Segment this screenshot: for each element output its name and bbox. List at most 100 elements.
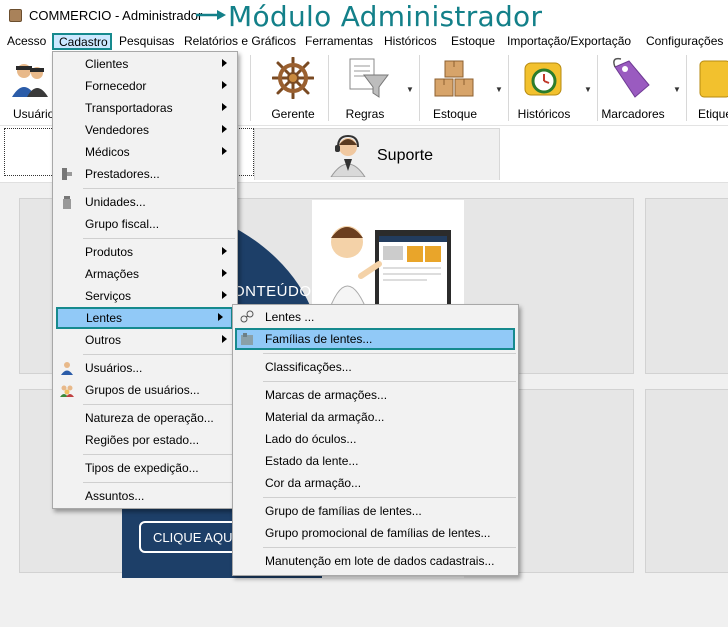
menu-item-tipos-expedicao[interactable]: Tipos de expedição...	[55, 457, 235, 479]
toolbar-regras-button[interactable]: Regras ▼	[330, 51, 420, 125]
menu-item-grupo-familias[interactable]: Grupo de famílias de lentes...	[235, 500, 516, 522]
submenu-arrow-icon	[222, 103, 227, 111]
menu-item-marcas-armacoes[interactable]: Marcas de armações...	[235, 384, 516, 406]
menu-item-armacoes[interactable]: Armações	[55, 263, 235, 285]
menu-item-outros[interactable]: Outros	[55, 329, 235, 351]
banner-heading: ONTEÚDO	[233, 283, 312, 300]
menu-pesquisas[interactable]: Pesquisas	[119, 34, 174, 48]
tag-icon	[613, 57, 650, 98]
toolbar-separator	[686, 55, 687, 121]
wrench-icon	[62, 168, 72, 180]
toolbar-separator	[328, 55, 329, 121]
menu-item-label: Prestadores...	[85, 167, 160, 181]
chevron-down-icon[interactable]: ▼	[584, 85, 592, 94]
annotation-label: Módulo Administrador	[228, 0, 543, 33]
menu-item-classificacoes[interactable]: Classificações...	[235, 356, 516, 378]
menu-item-label: Estado da lente...	[265, 454, 359, 468]
menu-item-clientes[interactable]: Clientes	[55, 53, 235, 75]
toolbar-estoque-button[interactable]: Estoque ▼	[421, 51, 509, 125]
menu-item-fornecedor[interactable]: Fornecedor	[55, 75, 235, 97]
menu-item-familias-lentes[interactable]: Famílias de lentes...	[235, 328, 515, 350]
menu-item-produtos[interactable]: Produtos	[55, 241, 235, 263]
menu-item-label: Regiões por estado...	[85, 433, 200, 447]
menu-item-lado-oculos[interactable]: Lado do óculos...	[235, 428, 516, 450]
menu-cadastro[interactable]: Cadastro	[52, 33, 112, 50]
menu-acesso[interactable]: Acesso	[7, 34, 46, 48]
menu-configuracoes[interactable]: Configurações	[646, 34, 723, 48]
toolbar-separator	[597, 55, 598, 121]
menu-item-label: Manutenção em lote de dados cadastrais..…	[265, 554, 495, 568]
menu-item-lentes[interactable]: Lentes	[56, 307, 233, 329]
toolbar-historicos-button[interactable]: Históricos ▼	[510, 51, 598, 125]
support-agent-icon	[330, 134, 366, 177]
menu-relatorios[interactable]: Relatórios e Gráficos	[184, 34, 296, 48]
menu-item-label: Lado do óculos...	[265, 432, 357, 446]
menu-item-vendedores[interactable]: Vendedores	[55, 119, 235, 141]
menu-item-label: Natureza de operação...	[85, 411, 214, 425]
menu-item-grupos-usuarios[interactable]: Grupos de usuários...	[55, 379, 235, 401]
submenu-arrow-icon	[218, 313, 223, 321]
chevron-down-icon[interactable]: ▼	[406, 85, 414, 94]
menu-item-prestadores[interactable]: Prestadores...	[55, 163, 235, 185]
tab-suporte[interactable]: Suporte	[254, 128, 500, 180]
menu-item-usuarios[interactable]: Usuários...	[55, 357, 235, 379]
menu-separator	[83, 238, 235, 239]
menu-item-manutencao-lote[interactable]: Manutenção em lote de dados cadastrais..…	[235, 550, 516, 572]
menu-historicos[interactable]: Históricos	[384, 34, 437, 48]
menu-item-label: Famílias de lentes...	[265, 332, 373, 346]
toolbar-marcadores-button[interactable]: Marcadores ▼	[599, 51, 687, 125]
menu-item-medicos[interactable]: Médicos	[55, 141, 235, 163]
mascot-illustration-icon	[326, 226, 451, 316]
annotation-arrow-icon	[196, 10, 226, 20]
menu-item-estado-lente[interactable]: Estado da lente...	[235, 450, 516, 472]
menu-item-material-armacao[interactable]: Material da armação...	[235, 406, 516, 428]
menu-item-label: Grupo de famílias de lentes...	[265, 504, 422, 518]
menu-item-label: Usuários...	[85, 361, 143, 375]
ship-wheel-icon	[272, 57, 314, 99]
menu-item-grupo-promocional[interactable]: Grupo promocional de famílias de lentes.…	[235, 522, 516, 544]
menu-estoque[interactable]: Estoque	[451, 34, 495, 48]
menu-cadastro-label: Cadastro	[59, 35, 108, 49]
submenu-arrow-icon	[222, 269, 227, 277]
menu-item-transportadoras[interactable]: Transportadoras	[55, 97, 235, 119]
tab-suporte-label: Suporte	[377, 147, 434, 164]
panel-bottom-right	[645, 389, 728, 573]
menu-item-regioes-estado[interactable]: Regiões por estado...	[55, 429, 235, 451]
title-bar: COMMERCIO - Administrador Módulo Adminis…	[0, 0, 728, 33]
menu-item-label: Lentes	[86, 311, 123, 325]
users-icon	[12, 64, 48, 97]
toolbar-etiquetas-button[interactable]: Etique	[688, 51, 728, 125]
menu-importacao[interactable]: Importação/Exportação	[507, 34, 631, 48]
chevron-down-icon[interactable]: ▼	[495, 85, 503, 94]
menu-item-servicos[interactable]: Serviços	[55, 285, 235, 307]
menu-item-unidades[interactable]: Unidades...	[55, 191, 235, 213]
menu-item-assuntos[interactable]: Assuntos...	[55, 485, 235, 507]
cadastro-dropdown: Clientes Fornecedor Transportadoras Vend…	[52, 51, 238, 509]
menu-item-cor-armacao[interactable]: Cor da armação...	[235, 472, 516, 494]
toolbar-usuarios-button[interactable]: Usuários	[0, 51, 60, 125]
menu-item-grupo-fiscal[interactable]: Grupo fiscal...	[55, 213, 235, 235]
toolbar-marcadores-label: Marcadores	[601, 107, 665, 121]
chevron-down-icon[interactable]: ▼	[673, 85, 681, 94]
menu-item-label: Marcas de armações...	[265, 388, 388, 402]
toolbar-gerente-button[interactable]: Gerente	[258, 51, 328, 125]
toolbar-regras-label: Regras	[345, 107, 385, 121]
menu-item-label: Grupos de usuários...	[85, 383, 200, 397]
clock-history-icon	[524, 62, 562, 96]
window-title: COMMERCIO - Administrador	[29, 8, 203, 23]
menu-ferramentas[interactable]: Ferramentas	[305, 34, 373, 48]
toolbar-separator	[508, 55, 509, 121]
submenu-arrow-icon	[222, 291, 227, 299]
menu-item-natureza-operacao[interactable]: Natureza de operação...	[55, 407, 235, 429]
menu-item-label: Classificações...	[265, 360, 352, 374]
menu-item-label: Fornecedor	[85, 79, 147, 93]
boxes-icon	[434, 60, 474, 97]
menu-item-label: Grupo promocional de famílias de lentes.…	[265, 526, 491, 540]
menu-item-lentes-cadastro[interactable]: Lentes ...	[235, 306, 516, 328]
funnel-rules-icon	[349, 58, 389, 98]
menu-item-label: Grupo fiscal...	[85, 217, 160, 231]
menu-item-label: Unidades...	[85, 195, 146, 209]
glasses-icon	[240, 310, 254, 323]
menu-separator	[83, 482, 235, 483]
user-icon	[61, 362, 73, 375]
